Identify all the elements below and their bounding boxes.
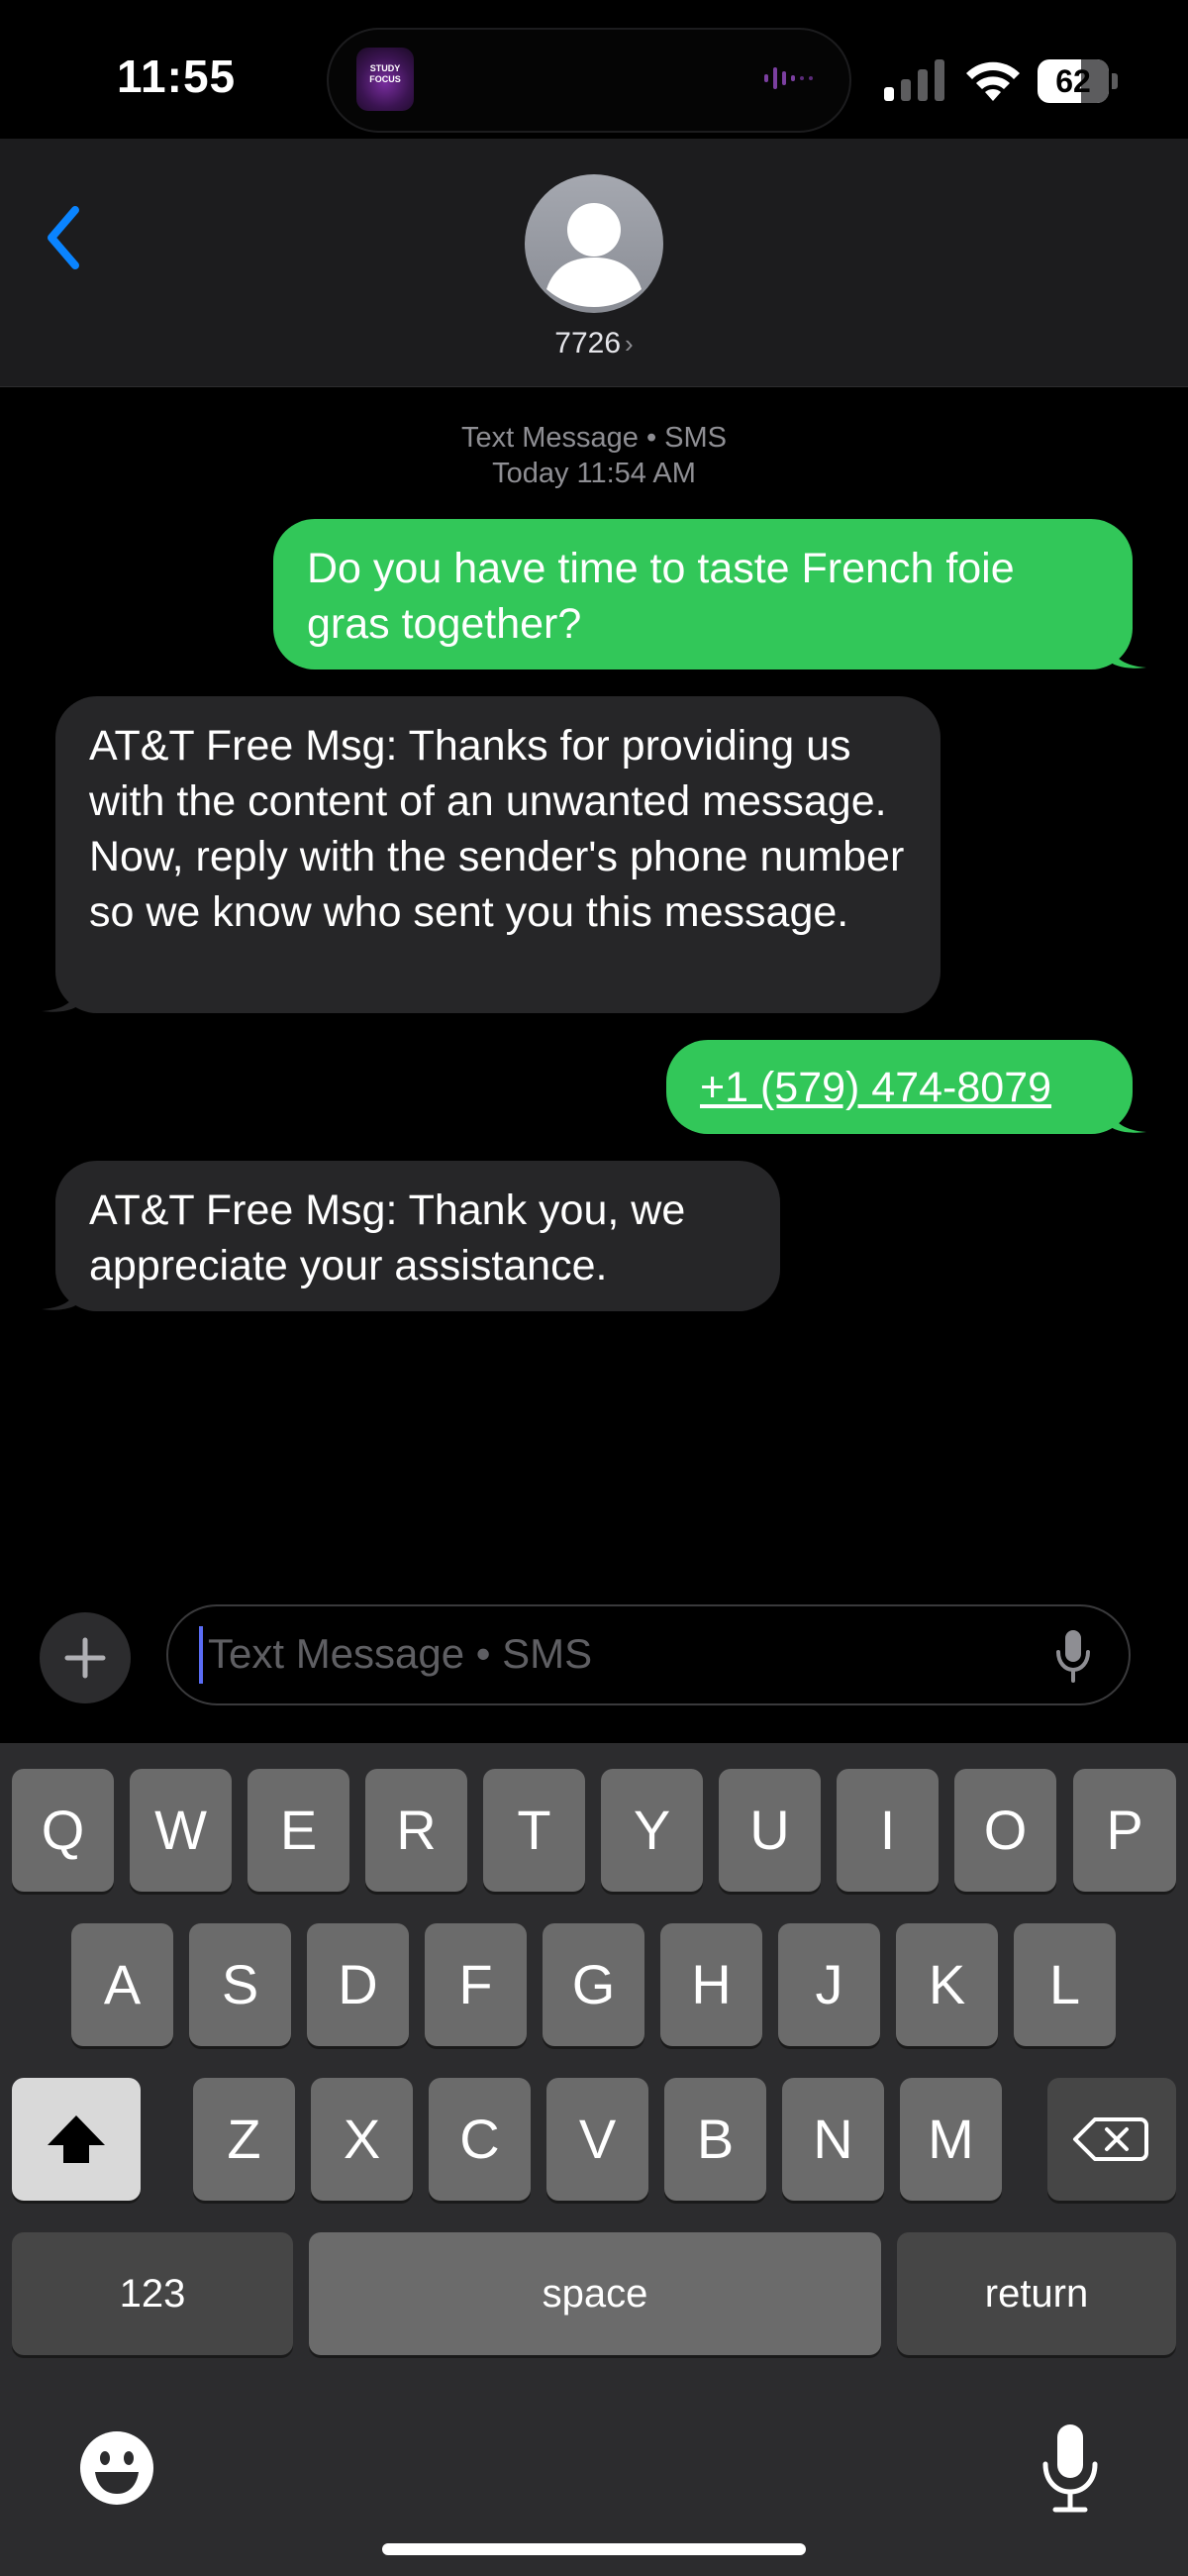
phone-link[interactable]: +1 (579) 474-8079: [700, 1064, 1051, 1111]
backspace-icon: [1073, 2117, 1148, 2161]
battery-icon: 62: [1038, 59, 1119, 103]
emoji-icon[interactable]: [77, 2428, 156, 2508]
shift-arrow-icon: [48, 2115, 105, 2163]
now-playing-artwork[interactable]: STUDY FOCUS: [356, 48, 414, 111]
space-key[interactable]: space: [309, 2232, 881, 2355]
key-q[interactable]: Q: [12, 1769, 114, 1892]
key-m[interactable]: M: [900, 2078, 1002, 2201]
key-l[interactable]: L: [1014, 1923, 1116, 2046]
bubble-tail: [42, 974, 81, 1012]
bubble-tail: [42, 1272, 81, 1310]
bubble-tail: [1107, 1094, 1146, 1133]
key-a[interactable]: A: [71, 1923, 173, 2046]
message-text: Do you have time to taste French foie gr…: [307, 545, 1015, 648]
message-text: AT&T Free Msg: Thank you, we appreciate …: [89, 1186, 686, 1289]
key-x[interactable]: X: [311, 2078, 413, 2201]
message-input-placeholder: Text Message • SMS: [208, 1630, 593, 1677]
battery-level: 62: [1055, 63, 1091, 99]
contact-number: 7726: [554, 327, 622, 360]
plus-icon: [64, 1637, 106, 1679]
key-w[interactable]: W: [130, 1769, 232, 1892]
contact-avatar[interactable]: [525, 174, 663, 313]
bubble-tail: [1107, 630, 1146, 669]
key-g[interactable]: G: [543, 1923, 644, 2046]
add-attachment-button[interactable]: [40, 1612, 131, 1703]
key-c[interactable]: C: [429, 2078, 531, 2201]
key-e[interactable]: E: [248, 1769, 349, 1892]
key-v[interactable]: V: [546, 2078, 648, 2201]
key-d[interactable]: D: [307, 1923, 409, 2046]
key-r[interactable]: R: [365, 1769, 467, 1892]
sent-message-bubble[interactable]: +1 (579) 474-8079: [666, 1040, 1146, 1134]
key-y[interactable]: Y: [601, 1769, 703, 1892]
home-indicator[interactable]: [382, 2543, 806, 2555]
key-p[interactable]: P: [1073, 1769, 1176, 1892]
key-j[interactable]: J: [778, 1923, 880, 2046]
wifi-icon: [966, 61, 1020, 101]
delete-key[interactable]: [1047, 2078, 1176, 2201]
key-b[interactable]: B: [664, 2078, 766, 2201]
key-i[interactable]: I: [837, 1769, 939, 1892]
received-message-bubble[interactable]: AT&T Free Msg: Thanks for providing us w…: [42, 696, 940, 1013]
key-h[interactable]: H: [660, 1923, 762, 2046]
microphone-icon[interactable]: [1053, 1628, 1093, 1684]
service-label: Text Message • SMS: [460, 422, 728, 454]
shift-key[interactable]: [12, 2078, 141, 2201]
message-text: AT&T Free Msg: Thanks for providing us w…: [89, 722, 905, 936]
numbers-key[interactable]: 123: [12, 2232, 293, 2355]
return-key[interactable]: return: [897, 2232, 1176, 2355]
key-s[interactable]: S: [189, 1923, 291, 2046]
key-k[interactable]: K: [896, 1923, 998, 2046]
audio-wave-icon: [764, 67, 813, 89]
key-o[interactable]: O: [954, 1769, 1056, 1892]
person-icon: [546, 203, 642, 307]
sent-message-bubble[interactable]: Do you have time to taste French foie gr…: [273, 519, 1146, 670]
text-caret: [199, 1626, 203, 1684]
cellular-signal-icon: [884, 59, 944, 101]
received-message-bubble[interactable]: AT&T Free Msg: Thank you, we appreciate …: [42, 1161, 780, 1311]
back-chevron-icon[interactable]: [36, 198, 91, 277]
key-u[interactable]: U: [719, 1769, 821, 1892]
status-time: 11:55: [117, 51, 237, 102]
artwork-text: STUDY FOCUS: [369, 63, 401, 84]
dictation-microphone-icon[interactable]: [1038, 2422, 1103, 2514]
key-f[interactable]: F: [425, 1923, 527, 2046]
key-z[interactable]: Z: [193, 2078, 295, 2201]
chevron-right-icon: ›: [625, 329, 634, 359]
key-t[interactable]: T: [483, 1769, 585, 1892]
contact-name[interactable]: 7726 ›: [0, 327, 1188, 361]
timestamp: Today 11:54 AM: [492, 458, 696, 489]
key-n[interactable]: N: [782, 2078, 884, 2201]
